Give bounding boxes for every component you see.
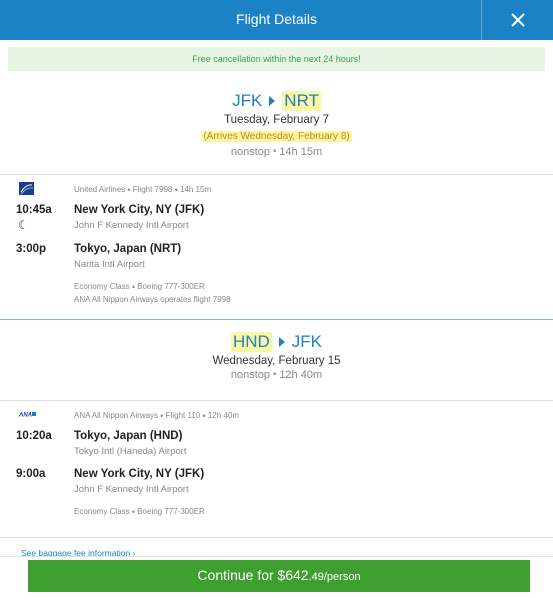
segment-duration: 14h 15m xyxy=(179,185,212,194)
arrow-right-icon xyxy=(278,337,285,347)
return-summary: HND JFK Wednesday, February 15 nonstop •… xyxy=(0,320,553,400)
operated-by-note: ANA All Nippon Airways operates flight 7… xyxy=(74,295,231,304)
departure-airport: Tokyo Intl (Haneda) Airport xyxy=(74,446,187,457)
outbound-stops: nonstop xyxy=(230,146,271,158)
continue-label: Continue for xyxy=(197,567,274,583)
departure-airport: John F Kennedy Intl Airport xyxy=(74,220,189,231)
free-cancellation-banner: Free cancellation within the next 24 hou… xyxy=(8,47,545,71)
arrival-city: New York City, NY (JFK) xyxy=(74,468,205,480)
departure-time: 10:20a xyxy=(16,430,52,442)
outbound-arrival-note: (Arrives Wednesday, February 8) xyxy=(201,131,352,142)
departure-city: New York City, NY (JFK) xyxy=(74,204,205,216)
airline-name: ANA All Nippon Airways xyxy=(74,411,159,420)
close-button[interactable] xyxy=(481,0,553,40)
separator-dot: • xyxy=(202,411,206,421)
departure-city: Tokyo, Japan (HND) xyxy=(74,430,183,442)
footer-bar: Continue for $642.49/person xyxy=(0,556,553,600)
svg-text:ANA: ANA xyxy=(19,413,32,418)
outbound-summary: JFK NRT Tuesday, February 7 (Arrives Wed… xyxy=(0,71,553,174)
outbound-route: JFK NRT xyxy=(0,91,553,111)
arrival-city: Tokyo, Japan (NRT) xyxy=(74,243,182,255)
cabin-aircraft-info: Economy Class • Boeing 777-300ER xyxy=(74,507,205,517)
flight-number: Flight 7998 xyxy=(132,185,173,194)
outbound-date: Tuesday, February 7 xyxy=(224,114,329,126)
close-icon[interactable] xyxy=(510,13,525,27)
arrival-time: 9:00a xyxy=(16,468,46,480)
departure-time: 10:45a xyxy=(16,204,52,216)
price-cents: .49 xyxy=(308,571,324,583)
separator-dot: • xyxy=(174,185,178,195)
segment-carrier-info: ANA All Nippon Airways • Flight 110 • 12… xyxy=(74,411,239,421)
return-destination: JFK xyxy=(291,332,323,351)
separator-dot: • xyxy=(127,185,131,195)
united-airlines-logo-icon xyxy=(19,182,34,195)
flight-number: Flight 110 xyxy=(165,411,201,420)
aircraft-type: Boeing 777-300ER xyxy=(137,507,205,516)
return-route: HND JFK xyxy=(0,332,553,352)
return-origin: HND xyxy=(230,332,272,352)
separator-dot: • xyxy=(131,507,135,517)
price-per-person: /person xyxy=(323,571,361,583)
outbound-segment: United Airlines • Flight 7998 • 14h 15m … xyxy=(0,175,553,319)
return-segment: ANA ANA All Nippon Airways • Flight 110 … xyxy=(0,401,553,537)
arrival-airport: John F Kennedy Intl Airport xyxy=(74,484,189,495)
return-stops-duration: nonstop • 12h 40m xyxy=(0,369,553,381)
cabin-class: Economy Class xyxy=(74,507,130,516)
cabin-class: Economy Class xyxy=(74,282,130,291)
return-date: Wednesday, February 15 xyxy=(212,355,341,367)
section-divider xyxy=(0,319,553,320)
arrival-airport: Narita Intl Airport xyxy=(74,259,145,270)
price-dollars: $642 xyxy=(277,567,309,583)
ana-logo-icon: ANA xyxy=(19,412,36,418)
page-title: Flight Details xyxy=(236,11,317,27)
aircraft-type: Boeing 777-300ER xyxy=(137,282,205,291)
outbound-origin: JFK xyxy=(232,91,263,110)
arrival-time: 3:00p xyxy=(16,243,47,255)
header-bar: Flight Details xyxy=(0,0,553,40)
baggage-row: See baggage fee information › xyxy=(0,538,553,558)
outbound-stops-duration: nonstop • 14h 15m xyxy=(0,146,553,158)
arrow-right-icon xyxy=(269,96,276,106)
return-duration: 12h 40m xyxy=(279,369,323,381)
separator-dot: • xyxy=(160,411,164,421)
separator-dot: • xyxy=(273,369,277,379)
continue-button[interactable]: Continue for $642.49/person xyxy=(28,560,530,592)
segment-carrier-info: United Airlines • Flight 7998 • 14h 15m xyxy=(74,185,211,195)
return-stops: nonstop xyxy=(230,369,271,381)
overnight-moon-icon: ☾ xyxy=(18,218,29,232)
flight-details-content[interactable]: Free cancellation within the next 24 hou… xyxy=(0,40,553,560)
outbound-duration: 14h 15m xyxy=(279,146,323,158)
airline-name: United Airlines xyxy=(74,185,126,194)
segment-duration: 12h 40m xyxy=(207,411,239,420)
separator-dot: • xyxy=(131,282,135,292)
cabin-aircraft-info: Economy Class • Boeing 777-300ER xyxy=(74,282,205,292)
separator-dot: • xyxy=(273,146,277,156)
outbound-destination: NRT xyxy=(282,91,321,111)
